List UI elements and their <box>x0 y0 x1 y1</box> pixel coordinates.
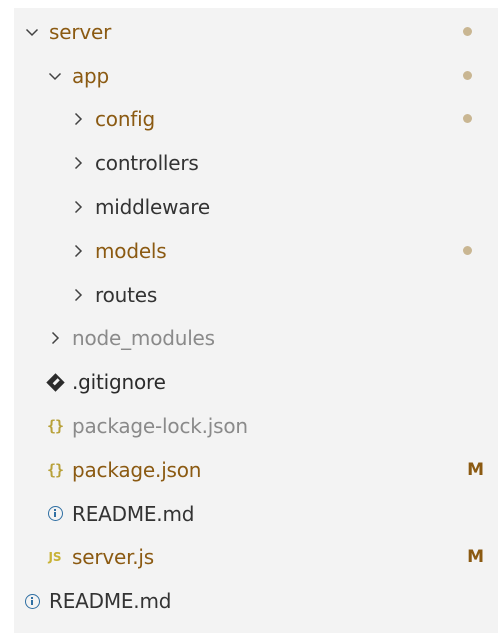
modified-indicator-dot <box>463 114 472 124</box>
git-status-badge: M <box>467 547 484 568</box>
chevron-down-icon[interactable] <box>20 20 44 44</box>
tree-item-label: README.md <box>72 501 195 526</box>
git-icon <box>43 370 67 394</box>
chevron-right-icon[interactable] <box>66 239 90 263</box>
tree-file-row[interactable]: README.md <box>14 492 498 536</box>
tree-folder-row[interactable]: node_modules <box>14 317 498 361</box>
tree-folder-row[interactable]: middleware <box>14 185 498 229</box>
modified-indicator-dot <box>463 26 472 36</box>
tree-item-label: controllers <box>95 151 199 176</box>
chevron-down-icon[interactable] <box>43 64 67 88</box>
json-icon: {} <box>46 460 64 479</box>
info-icon <box>20 589 44 613</box>
tree-folder-row[interactable]: app <box>14 54 498 98</box>
tree-item-label: .gitignore <box>72 370 166 395</box>
info-icon <box>43 502 67 526</box>
tree-item-label: package-lock.json <box>72 414 248 439</box>
tree-folder-row[interactable]: config <box>14 98 498 142</box>
chevron-right-icon[interactable] <box>66 283 90 307</box>
git-status-badge: M <box>467 459 484 480</box>
tree-file-row[interactable]: README.md <box>14 579 498 623</box>
tree-item-label: server.js <box>72 545 155 570</box>
tree-item-label: config <box>95 107 156 132</box>
file-tree: server app config controllers middleware mode… <box>14 10 498 623</box>
tree-file-row[interactable]: JS server.js M <box>14 536 498 580</box>
tree-file-row[interactable]: {} package.json M <box>14 448 498 492</box>
explorer-panel: server app config controllers middleware mode… <box>14 8 498 633</box>
tree-item-label: server <box>49 19 112 44</box>
tree-item-label: models <box>95 238 167 263</box>
tree-item-label: routes <box>95 282 158 307</box>
chevron-right-icon[interactable] <box>66 151 90 175</box>
tree-item-label: app <box>72 63 110 88</box>
tree-folder-row[interactable]: models <box>14 229 498 273</box>
tree-item-label: middleware <box>95 195 210 220</box>
tree-folder-row[interactable]: server <box>14 10 498 54</box>
tree-file-row[interactable]: {} package-lock.json <box>14 404 498 448</box>
chevron-right-icon[interactable] <box>66 195 90 219</box>
chevron-right-icon[interactable] <box>43 326 67 350</box>
tree-item-label: README.md <box>49 589 172 614</box>
tree-folder-row[interactable]: controllers <box>14 141 498 185</box>
tree-folder-row[interactable]: routes <box>14 273 498 317</box>
js-icon: JS <box>48 550 62 565</box>
chevron-right-icon[interactable] <box>66 107 90 131</box>
tree-item-label: package.json <box>72 457 202 482</box>
tree-item-label: node_modules <box>72 326 215 351</box>
modified-indicator-dot <box>463 70 472 80</box>
json-icon: {} <box>46 417 64 436</box>
tree-file-row[interactable]: .gitignore <box>14 360 498 404</box>
modified-indicator-dot <box>463 245 472 255</box>
